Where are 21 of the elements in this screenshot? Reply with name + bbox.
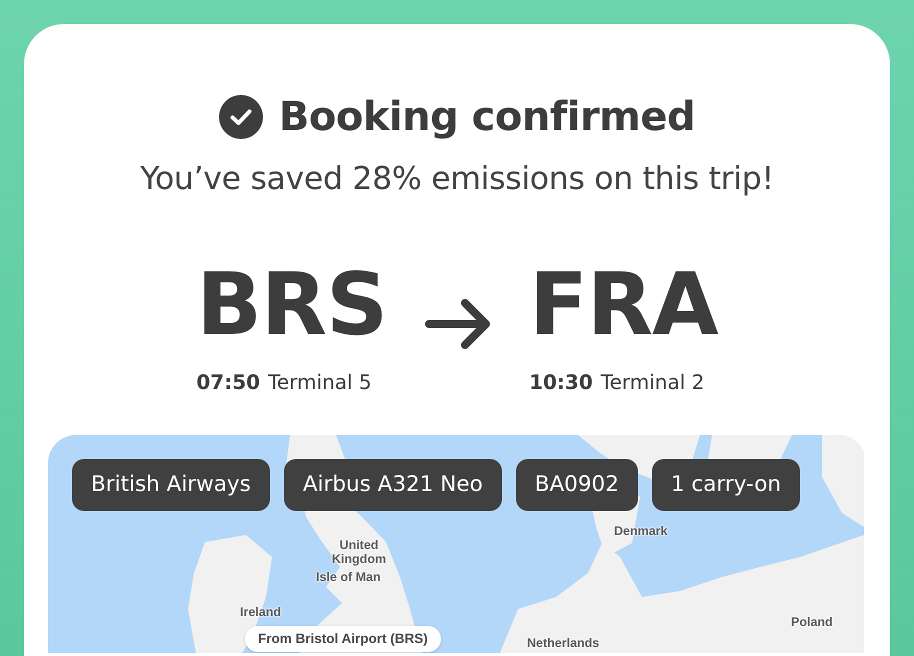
map-place-label: Denmark: [614, 524, 668, 539]
map-place-label: Ireland: [240, 606, 281, 620]
check-circle-icon: [218, 95, 263, 139]
arrival-airport-code: FRA: [529, 262, 718, 348]
booking-title: Booking confirmed: [278, 93, 696, 141]
trip-detail-tag: BA0902: [516, 458, 638, 511]
departure-terminal: Terminal 5: [268, 368, 372, 396]
map-place-label: Isle of Man: [316, 570, 381, 585]
departure-airport-code: BRS: [196, 262, 388, 348]
departure-time: 07:50: [196, 368, 260, 396]
arrival-time: 10:30: [529, 368, 593, 396]
trip-detail-tag: Airbus A321 Neo: [284, 458, 502, 511]
map-place-label: Netherlands: [527, 636, 600, 651]
arrival-terminal: Terminal 2: [600, 368, 704, 396]
emissions-message: You’ve saved 28% emissions on this trip!: [140, 161, 774, 197]
trip-detail-tag: British Airways: [72, 458, 270, 511]
map-place-label: United Kingdom: [330, 538, 388, 566]
map-pin-label: From Bristol Airport (BRS): [245, 626, 441, 652]
trip-detail-tag: 1 carry-on: [652, 458, 800, 511]
map-place-label: Poland: [791, 616, 833, 630]
arrow-right-icon: [425, 298, 492, 350]
